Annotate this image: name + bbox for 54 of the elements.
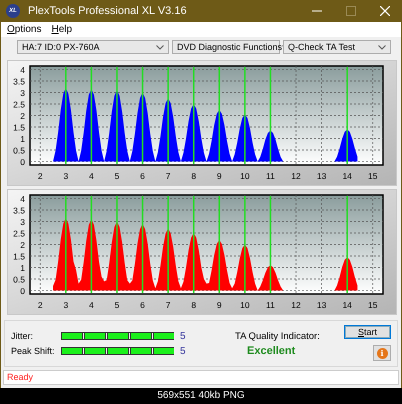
tick-label: 4 [20,194,25,204]
tick-label: 5 [114,171,120,181]
tick-label: 2 [38,171,43,181]
tick-label: 9 [216,171,222,181]
tick-label: 0 [20,157,25,168]
tick-label: 1 [20,263,25,274]
tick-label: 6 [140,171,145,181]
tick-label: 2.5 [13,228,25,238]
tick-label: 8 [191,300,196,310]
tick-label: 2.5 [13,100,25,110]
tick-label: 5 [114,300,120,310]
tick-label: 2 [38,300,43,310]
tick-label: 3 [20,216,25,227]
meter-label: Peak Shift: [11,346,56,356]
tick-label: 15 [368,300,378,310]
tick-label: 0.5 [13,274,25,285]
tick-label: 7 [166,171,170,181]
tick-label: 13 [316,300,326,310]
window-title: PlexTools Professional XL V3.16 [28,5,188,17]
tick-label: 3 [20,88,25,98]
tick-label: 4 [89,300,94,310]
meter-reading: 5 [180,346,186,356]
tick-label: 11 [266,171,275,181]
tick-label: 3 [63,171,68,181]
tick-label: 14 [342,171,352,181]
tick-label: 4 [89,171,94,181]
tick-label: 3 [63,300,68,310]
tick-label: 12 [291,300,301,310]
tick-label: 11 [266,300,275,310]
tick-label: 6 [140,300,145,310]
tick-label: 9 [216,300,222,310]
meter-label: Jitter: [11,331,34,341]
tick-label: 15 [368,171,378,181]
tick-label: 7 [166,300,170,310]
tick-label: 2 [20,240,25,250]
tick-label: 10 [240,171,250,181]
tick-label: 1.5 [13,252,25,262]
meter-reading: 5 [180,330,186,342]
indicator-label: TA Quality Indicator: [235,331,320,342]
indicator-value: Excellent [247,345,296,357]
tick-label: 1 [20,134,25,144]
tick-label: 13 [316,171,326,181]
tick-label: 3.5 [13,76,25,86]
tick-label: 4 [20,64,25,75]
status-bar: Ready [3,370,399,385]
tick-label: 3.5 [13,205,25,216]
tick-label: 8 [191,171,196,181]
tick-label: 0.5 [13,146,25,156]
tick-label: 0 [20,286,25,296]
tick-label: 1.5 [13,122,25,132]
tick-label: 12 [291,171,301,181]
tick-label: 2 [20,111,25,121]
tick-label: 14 [342,300,352,310]
tick-label: 10 [240,300,250,310]
